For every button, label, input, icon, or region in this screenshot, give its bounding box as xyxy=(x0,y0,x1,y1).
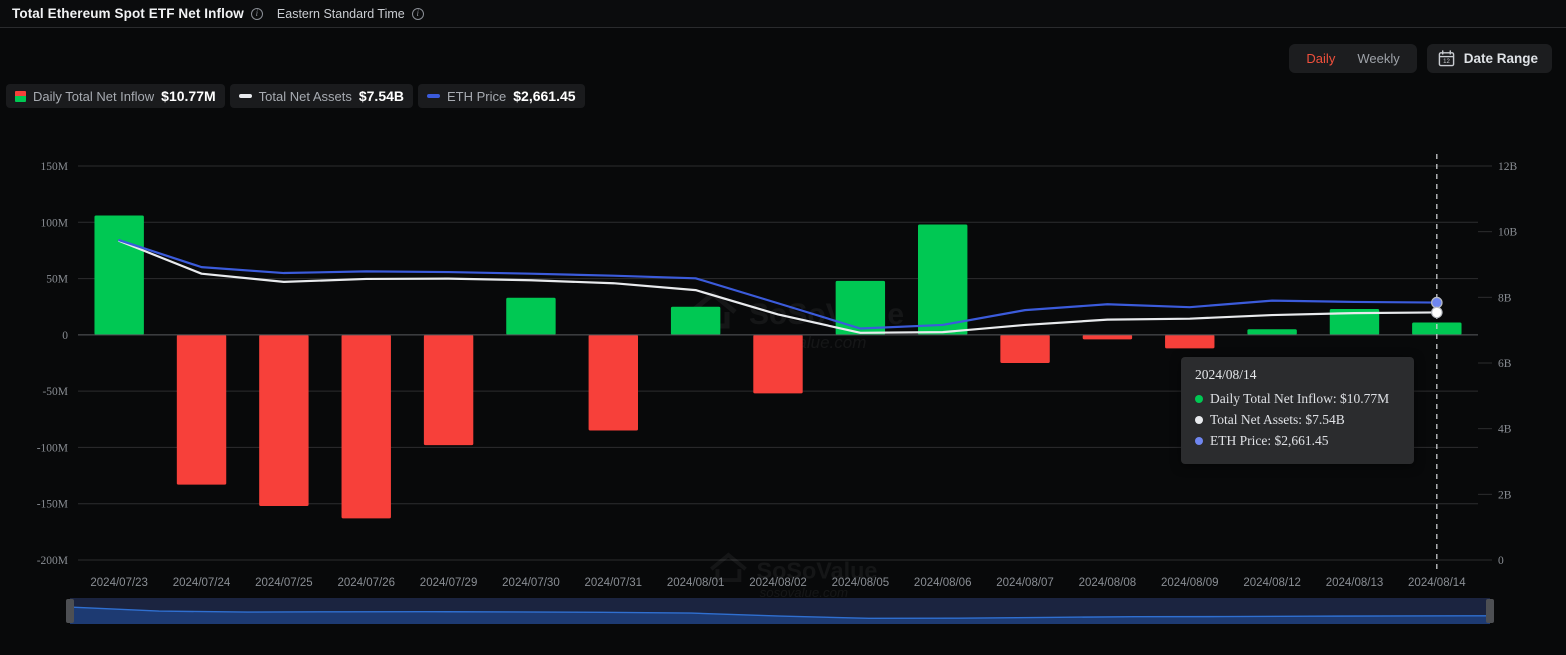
y-axis-tick-left: 0 xyxy=(62,330,68,342)
brush-right-handle[interactable] xyxy=(1486,599,1494,623)
tooltip-row: Daily Total Net Inflow: $10.77M xyxy=(1195,389,1402,410)
legend-label: Total Net Assets xyxy=(258,88,352,104)
date-range-button[interactable]: 12 Date Range xyxy=(1426,44,1552,73)
calendar-icon: 12 xyxy=(1438,50,1455,67)
y-axis-tick-right: 6B xyxy=(1498,358,1512,370)
tooltip-date: 2024/08/14 xyxy=(1195,367,1257,382)
tooltip-dot-icon xyxy=(1195,437,1203,446)
y-axis-tick-right: 12B xyxy=(1498,161,1518,173)
x-axis-tick: 2024/07/26 xyxy=(337,577,395,589)
x-axis-tick: 2024/08/09 xyxy=(1161,577,1219,589)
net-inflow-marker-icon xyxy=(15,90,26,102)
crosshair-point xyxy=(1431,306,1443,319)
chart-bar[interactable] xyxy=(1082,334,1133,340)
legend-value: $7.54B xyxy=(358,88,405,104)
crosshair-point xyxy=(1431,296,1443,309)
tooltip-row: ETH Price: $2,661.45 xyxy=(1195,431,1402,452)
tooltip-dot-icon xyxy=(1195,395,1203,404)
chart-bar[interactable] xyxy=(506,297,556,335)
legend-value: $2,661.45 xyxy=(513,88,576,104)
y-axis-tick-left: 100M xyxy=(41,217,68,229)
x-axis-tick: 2024/07/31 xyxy=(585,577,643,589)
legend-label: ETH Price xyxy=(447,88,507,104)
calendar-icon-day: 12 xyxy=(1443,59,1450,65)
y-axis-tick-right: 4B xyxy=(1498,424,1512,436)
chart-bar[interactable] xyxy=(94,215,144,335)
interval-weekly-button[interactable]: Weekly xyxy=(1346,48,1410,69)
brush-left-handle[interactable] xyxy=(66,599,74,623)
eth-price-marker-icon xyxy=(427,94,441,98)
x-axis-tick: 2024/08/08 xyxy=(1079,577,1137,589)
chart-bar[interactable] xyxy=(176,334,227,485)
y-axis-tick-left: -50M xyxy=(42,386,68,398)
y-axis-tick-right: 8B xyxy=(1498,292,1512,304)
chart-toolbar: Daily Weekly 12 Date Range xyxy=(1289,44,1552,73)
x-axis-tick: 2024/08/12 xyxy=(1243,577,1301,589)
x-axis-tick: 2024/08/02 xyxy=(749,577,807,589)
chart-bar[interactable] xyxy=(1165,334,1215,349)
legend-item-net-inflow[interactable]: Daily Total Net Inflow $10.77M xyxy=(6,84,225,108)
y-axis-tick-right: 0 xyxy=(1498,555,1504,567)
x-axis-tick: 2024/07/30 xyxy=(502,577,560,589)
chart-bar[interactable] xyxy=(1000,334,1050,363)
title-info-icon[interactable]: i xyxy=(250,7,263,20)
date-range-label: Date Range xyxy=(1463,51,1538,66)
legend-item-eth-price[interactable]: ETH Price $2,661.45 xyxy=(418,84,585,108)
x-axis-tick: 2024/08/05 xyxy=(832,577,890,589)
y-axis-tick-left: 150M xyxy=(41,161,68,173)
brush-preview xyxy=(69,598,1491,624)
y-axis-tick-right: 10B xyxy=(1498,227,1518,239)
tooltip-text: ETH Price: $2,661.45 xyxy=(1210,432,1329,448)
chart-bar[interactable] xyxy=(259,334,309,506)
legend-label: Daily Total Net Inflow xyxy=(33,88,155,104)
chart-bar[interactable] xyxy=(588,334,638,431)
page-title: Total Ethereum Spot ETF Net Inflow xyxy=(12,6,244,21)
tooltip-text: Daily Total Net Inflow: $10.77M xyxy=(1210,391,1390,406)
x-axis-tick: 2024/07/23 xyxy=(90,577,148,589)
timezone-info-icon[interactable]: i xyxy=(411,7,424,20)
chart-bar[interactable] xyxy=(1247,329,1297,335)
chart-legend: Daily Total Net Inflow $10.77M Total Net… xyxy=(6,84,585,108)
y-axis-tick-left: 50M xyxy=(46,274,68,286)
tooltip-row: Total Net Assets: $7.54B xyxy=(1195,410,1402,431)
chart-bar[interactable] xyxy=(918,224,968,335)
tooltip-text: Total Net Assets: $7.54B xyxy=(1210,411,1345,427)
chart-bar[interactable] xyxy=(753,334,803,394)
total-net-assets-line xyxy=(118,239,1438,334)
y-axis-tick-left: -200M xyxy=(37,555,68,567)
chart-range-brush[interactable] xyxy=(66,598,1494,624)
x-axis-tick: 2024/07/25 xyxy=(255,577,313,589)
x-axis-tick: 2024/07/29 xyxy=(420,577,478,589)
y-axis-tick-left: -100M xyxy=(37,442,68,454)
x-axis-tick: 2024/08/13 xyxy=(1326,577,1384,589)
chart-bar[interactable] xyxy=(670,306,721,335)
x-axis-tick: 2024/08/06 xyxy=(914,577,972,589)
page-header: Total Ethereum Spot ETF Net Inflow i Eas… xyxy=(0,0,1566,28)
y-axis-tick-left: -150M xyxy=(37,499,68,511)
y-axis-tick-right: 2B xyxy=(1498,489,1512,501)
x-axis-tick: 2024/08/14 xyxy=(1408,577,1466,589)
total-net-assets-marker-icon xyxy=(238,94,252,98)
x-axis-tick: 2024/08/07 xyxy=(996,577,1054,589)
timezone-label: Eastern Standard Time xyxy=(276,6,405,21)
interval-toggle-group: Daily Weekly xyxy=(1289,44,1417,73)
chart-tooltip: 2024/08/14 Daily Total Net Inflow: $10.7… xyxy=(1181,357,1414,464)
legend-value: $10.77M xyxy=(161,88,216,104)
x-axis-tick: 2024/07/24 xyxy=(173,577,231,589)
x-axis-tick: 2024/08/01 xyxy=(667,577,725,589)
interval-daily-button[interactable]: Daily xyxy=(1295,48,1346,69)
chart-bar[interactable] xyxy=(341,334,391,519)
tooltip-dot-icon xyxy=(1195,416,1203,425)
chart-bar[interactable] xyxy=(423,334,474,446)
legend-item-total-net-assets[interactable]: Total Net Assets $7.54B xyxy=(229,84,414,108)
